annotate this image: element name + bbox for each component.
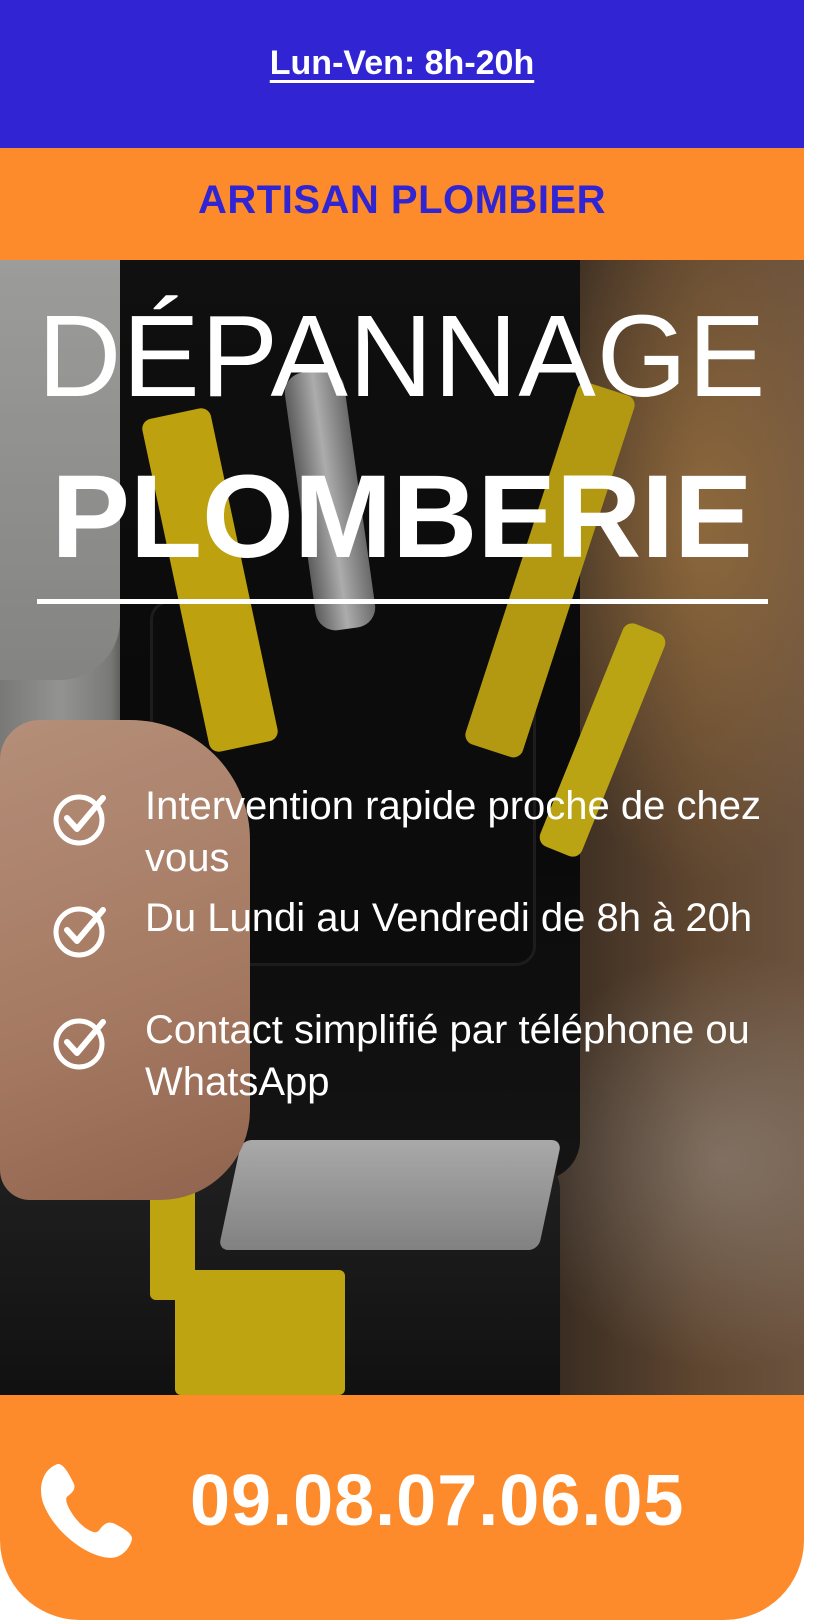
landing-page: Lun-Ven: 8h-20h ARTISAN PLOMBIER DÉPANNA… <box>0 0 813 1620</box>
list-item: Du Lundi au Vendredi de 8h à 20h <box>53 892 783 996</box>
top-bar: Lun-Ven: 8h-20h <box>0 0 804 148</box>
call-button[interactable]: 09.08.07.06.05 <box>0 1395 804 1620</box>
hero-title-line1: DÉPANNAGE <box>37 291 767 421</box>
list-item: Contact simplifié par téléphone ou Whats… <box>53 1004 783 1108</box>
phone-number[interactable]: 09.08.07.06.05 <box>190 1465 684 1537</box>
check-circle-icon <box>53 794 106 846</box>
hero-title-line2: PLOMBERIE <box>51 451 753 583</box>
list-item: Intervention rapide proche de chez vous <box>53 780 783 884</box>
opening-hours-link[interactable]: Lun-Ven: 8h-20h <box>270 44 534 83</box>
check-circle-icon <box>53 1018 106 1070</box>
title-underline <box>37 599 768 604</box>
feature-text: Contact simplifié par téléphone ou Whats… <box>145 1008 750 1104</box>
hero-section: DÉPANNAGE PLOMBERIE Intervention rapide … <box>0 260 804 1395</box>
feature-text: Du Lundi au Vendredi de 8h à 20h <box>145 896 753 940</box>
feature-list: Intervention rapide proche de chez vous … <box>53 780 783 1116</box>
phone-icon <box>41 1464 133 1558</box>
brand-bar: ARTISAN PLOMBIER <box>0 148 804 260</box>
brand-name: ARTISAN PLOMBIER <box>198 177 606 222</box>
feature-text: Intervention rapide proche de chez vous <box>145 784 761 880</box>
page-column: Lun-Ven: 8h-20h ARTISAN PLOMBIER DÉPANNA… <box>0 0 804 1620</box>
check-circle-icon <box>53 906 106 958</box>
